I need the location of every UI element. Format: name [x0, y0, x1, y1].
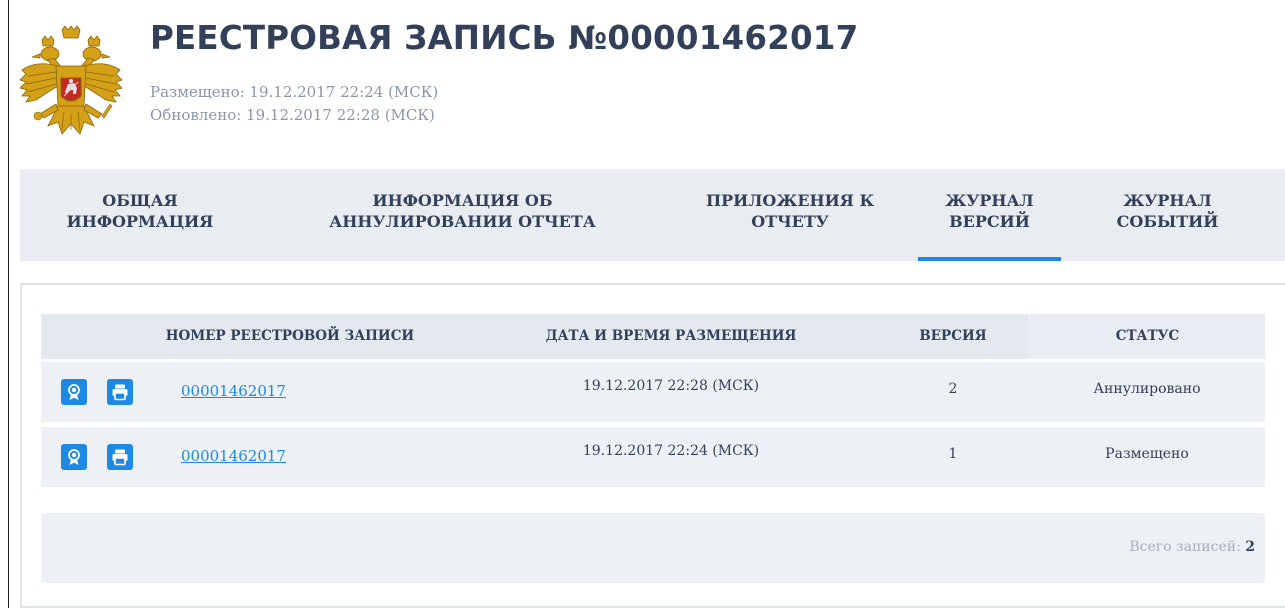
- russia-coat-of-arms-icon: [19, 26, 123, 135]
- tab-label: ОТЧЕТУ: [751, 212, 829, 231]
- posted-date: Размещено: 19.12.2017 22:24 (МСК): [150, 83, 439, 101]
- tab-label: ВЕРСИЙ: [949, 212, 1030, 231]
- status-text: Размещено: [1105, 446, 1189, 462]
- page-title: РЕЕСТРОВАЯ ЗАПИСЬ №00001462017: [150, 19, 859, 57]
- tab-label: ОБЩАЯ: [102, 191, 178, 210]
- table-header: НОМЕР РЕЕСТРОВОЙ ЗАПИСИ ДАТА И ВРЕМЯ РАЗ…: [41, 314, 1265, 359]
- tab-label: СОБЫТИЙ: [1116, 212, 1219, 231]
- column-header-number: НОМЕР РЕЕСТРОВОЙ ЗАПИСИ: [165, 328, 415, 344]
- print-icon[interactable]: [107, 379, 133, 405]
- left-frame-border: [8, 0, 9, 608]
- column-header-status: СТАТУС: [1029, 314, 1265, 359]
- tab-attachments[interactable]: ПРИЛОЖЕНИЯ К ОТЧЕТУ: [670, 169, 910, 261]
- tab-label: ПРИЛОЖЕНИЯ К: [706, 191, 874, 210]
- tab-label: АННУЛИРОВАНИИ ОТЧЕТА: [329, 212, 596, 231]
- status-text: Аннулировано: [1093, 381, 1201, 397]
- total-records: Всего записей: 2: [1129, 539, 1255, 555]
- registry-number-link[interactable]: 00001462017: [181, 382, 286, 400]
- certificate-icon[interactable]: [61, 444, 87, 470]
- tab-label: ЖУРНАЛ: [945, 191, 1034, 210]
- certificate-icon[interactable]: [61, 379, 87, 405]
- print-icon[interactable]: [107, 444, 133, 470]
- tab-event-log[interactable]: ЖУРНАЛ СОБЫТИЙ: [1080, 169, 1255, 261]
- tab-bar: ОБЩАЯ ИНФОРМАЦИЯ ИНФОРМАЦИЯ ОБ АННУЛИРОВ…: [20, 169, 1285, 261]
- version-number: 2: [948, 381, 958, 397]
- table-row: 00001462017 19.12.2017 22:28 (МСК) 2 Анн…: [41, 362, 1265, 422]
- tab-general-info[interactable]: ОБЩАЯ ИНФОРМАЦИЯ: [55, 169, 225, 261]
- version-number: 1: [948, 446, 958, 462]
- placement-datetime: 19.12.2017 22:28 (МСК): [582, 378, 760, 394]
- active-tab-indicator: [918, 257, 1061, 261]
- column-header-datetime: ДАТА И ВРЕМЯ РАЗМЕЩЕНИЯ: [545, 328, 797, 344]
- tab-label: ИНФОРМАЦИЯ: [66, 212, 214, 231]
- total-records-value: 2: [1245, 539, 1255, 555]
- tab-label: ИНФОРМАЦИЯ ОБ: [372, 191, 553, 210]
- tab-annulment-info[interactable]: ИНФОРМАЦИЯ ОБ АННУЛИРОВАНИИ ОТЧЕТА: [305, 169, 620, 261]
- updated-date: Обновлено: 19.12.2017 22:28 (МСК): [150, 106, 435, 124]
- placement-datetime: 19.12.2017 22:24 (МСК): [582, 443, 760, 459]
- registry-number-link[interactable]: 00001462017: [181, 447, 286, 465]
- table-row: 00001462017 19.12.2017 22:24 (МСК) 1 Раз…: [41, 427, 1265, 487]
- table-footer: Всего записей: 2: [41, 513, 1265, 583]
- tab-version-log[interactable]: ЖУРНАЛ ВЕРСИЙ: [918, 169, 1061, 261]
- tab-label: ЖУРНАЛ: [1123, 191, 1212, 210]
- column-header-version: ВЕРСИЯ: [919, 328, 987, 344]
- total-records-label: Всего записей:: [1129, 539, 1241, 555]
